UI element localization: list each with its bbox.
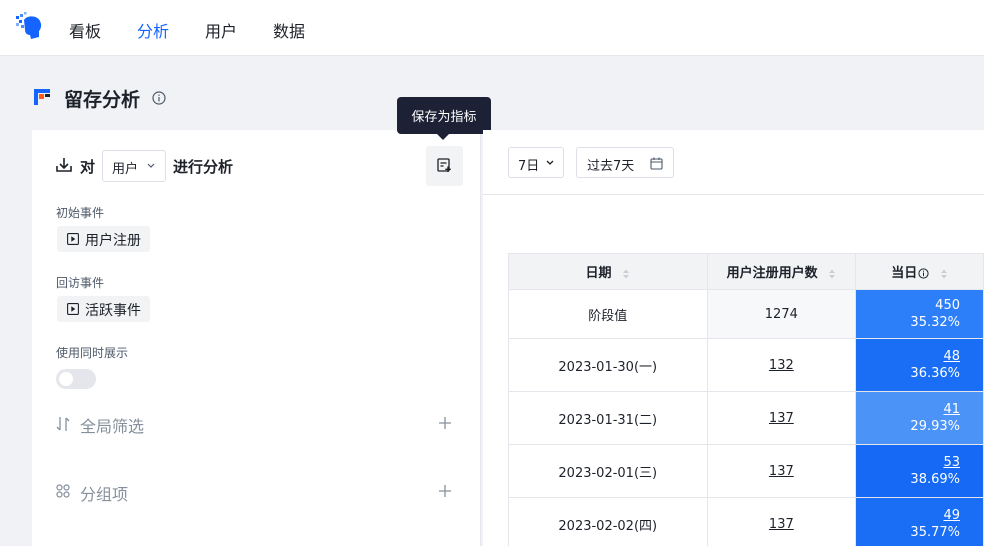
event-play-icon xyxy=(67,303,79,315)
day-percent: 35.77% xyxy=(910,525,960,540)
save-as-metric-tooltip: 保存为指标 xyxy=(397,97,491,140)
filter-sort-icon xyxy=(56,417,70,431)
header-same-day[interactable]: 当日 xyxy=(855,253,984,290)
analysis-config-panel: 对 用户 进行分析 初始事件 用户注册 回访事件 活跃事件 使用同时展示 全局筛… xyxy=(32,130,481,546)
subject-select-value: 用户 xyxy=(112,162,139,177)
simultaneous-display-label: 使用同时展示 xyxy=(56,346,129,360)
header-registered-users-label: 用户注册用户数 xyxy=(726,266,818,281)
header-date[interactable]: 日期 xyxy=(508,253,708,290)
initial-event-label: 初始事件 xyxy=(56,206,105,220)
info-icon[interactable] xyxy=(152,90,166,105)
day-value-link[interactable]: 48 xyxy=(943,349,960,364)
page-title: 留存分析 xyxy=(64,89,141,111)
nav-item-analysis[interactable]: 分析 xyxy=(137,18,169,42)
header-same-day-label: 当日 xyxy=(891,266,918,281)
count-cell: 132 xyxy=(706,338,857,392)
analyze-label: 进行分析 xyxy=(173,158,234,176)
global-filter-row[interactable]: 全局筛选 xyxy=(56,412,452,436)
table-row: 2023-01-31(二) 137 41 29.93% xyxy=(508,391,984,445)
day-cell: 53 38.69% xyxy=(855,444,984,498)
table-header-row: 日期 用户注册用户数 当日 xyxy=(508,253,984,290)
stage-day-value: 450 xyxy=(935,298,960,313)
group-by-label: 分组项 xyxy=(80,485,129,504)
initial-event-chip[interactable]: 用户注册 xyxy=(57,226,150,252)
results-panel: 7日 过去7天 日期 用户注册用户数 当日 阶段值 1274 450 35.32… xyxy=(483,130,984,546)
table-row-stage: 阶段值 1274 450 35.32% xyxy=(508,289,984,339)
calendar-icon xyxy=(650,157,663,170)
group-by-row[interactable]: 分组项 xyxy=(56,480,452,504)
return-event-label: 回访事件 xyxy=(56,276,105,290)
retention-analysis-icon xyxy=(34,89,50,105)
results-toolbar: 7日 过去7天 xyxy=(483,130,984,195)
sort-icon[interactable] xyxy=(828,268,836,280)
return-event-chip[interactable]: 活跃事件 xyxy=(57,296,150,322)
stage-day-percent: 35.32% xyxy=(910,315,960,330)
day-cell: 49 35.77% xyxy=(855,497,984,546)
count-cell: 137 xyxy=(706,444,857,498)
count-cell: 137 xyxy=(706,391,857,445)
table-row: 2023-02-02(四) 137 49 35.77% xyxy=(508,497,984,546)
day-cell: 41 29.93% xyxy=(855,391,984,445)
plus-icon[interactable] xyxy=(438,484,452,498)
date-cell: 2023-02-02(四) xyxy=(508,497,708,546)
plus-icon[interactable] xyxy=(438,416,452,430)
chevron-down-icon xyxy=(147,163,155,168)
day-percent: 38.69% xyxy=(910,472,960,487)
day-value-link[interactable]: 49 xyxy=(943,508,960,523)
date-cell: 2023-01-30(一) xyxy=(508,338,708,392)
day-value-link[interactable]: 53 xyxy=(943,455,960,470)
stage-label-cell: 阶段值 xyxy=(508,289,708,339)
global-filter-label: 全局筛选 xyxy=(80,417,145,436)
date-range-picker[interactable]: 过去7天 xyxy=(576,147,674,178)
count-link[interactable]: 137 xyxy=(769,464,794,479)
stage-count-cell: 1274 xyxy=(706,289,857,339)
date-cell: 2023-02-01(三) xyxy=(508,444,708,498)
event-play-icon xyxy=(67,233,79,245)
simultaneous-display-toggle[interactable] xyxy=(56,369,96,389)
group-icon xyxy=(56,484,70,498)
brain-logo-icon[interactable] xyxy=(15,12,43,42)
sort-icon[interactable] xyxy=(622,268,630,280)
header-date-label: 日期 xyxy=(585,266,612,281)
top-navigation: 看板 分析 用户 数据 xyxy=(0,0,984,56)
header-registered-users[interactable]: 用户注册用户数 xyxy=(706,253,857,290)
sort-icon[interactable] xyxy=(940,268,948,280)
nav-item-users[interactable]: 用户 xyxy=(205,18,237,42)
count-cell: 137 xyxy=(706,497,857,546)
retention-days-value: 7日 xyxy=(518,159,540,174)
nav-item-data[interactable]: 数据 xyxy=(273,18,305,42)
day-percent: 29.93% xyxy=(910,419,960,434)
count-link[interactable]: 137 xyxy=(769,411,794,426)
date-cell: 2023-01-31(二) xyxy=(508,391,708,445)
save-metric-icon xyxy=(437,158,451,172)
subject-select[interactable]: 用户 xyxy=(102,150,166,182)
stage-day-cell: 450 35.32% xyxy=(855,289,984,339)
count-link[interactable]: 132 xyxy=(769,358,794,373)
date-range-value: 过去7天 xyxy=(587,159,635,174)
info-icon[interactable] xyxy=(918,268,929,279)
save-as-metric-button[interactable] xyxy=(426,146,463,186)
table-row: 2023-01-30(一) 132 48 36.36% xyxy=(508,338,984,392)
count-link[interactable]: 137 xyxy=(769,517,794,532)
retention-days-select[interactable]: 7日 xyxy=(508,147,564,178)
initial-event-name: 用户注册 xyxy=(85,233,141,249)
subject-prefix-label: 对 xyxy=(80,158,96,176)
retention-table: 日期 用户注册用户数 当日 阶段值 1274 450 35.32% 2023-0… xyxy=(508,253,984,546)
nav-item-dashboard[interactable]: 看板 xyxy=(69,18,101,42)
table-row: 2023-02-01(三) 137 53 38.69% xyxy=(508,444,984,498)
day-cell: 48 36.36% xyxy=(855,338,984,392)
analyze-subject-icon xyxy=(56,157,72,173)
return-event-name: 活跃事件 xyxy=(85,303,141,319)
chevron-down-icon xyxy=(546,160,554,165)
day-percent: 36.36% xyxy=(910,366,960,381)
day-value-link[interactable]: 41 xyxy=(943,402,960,417)
